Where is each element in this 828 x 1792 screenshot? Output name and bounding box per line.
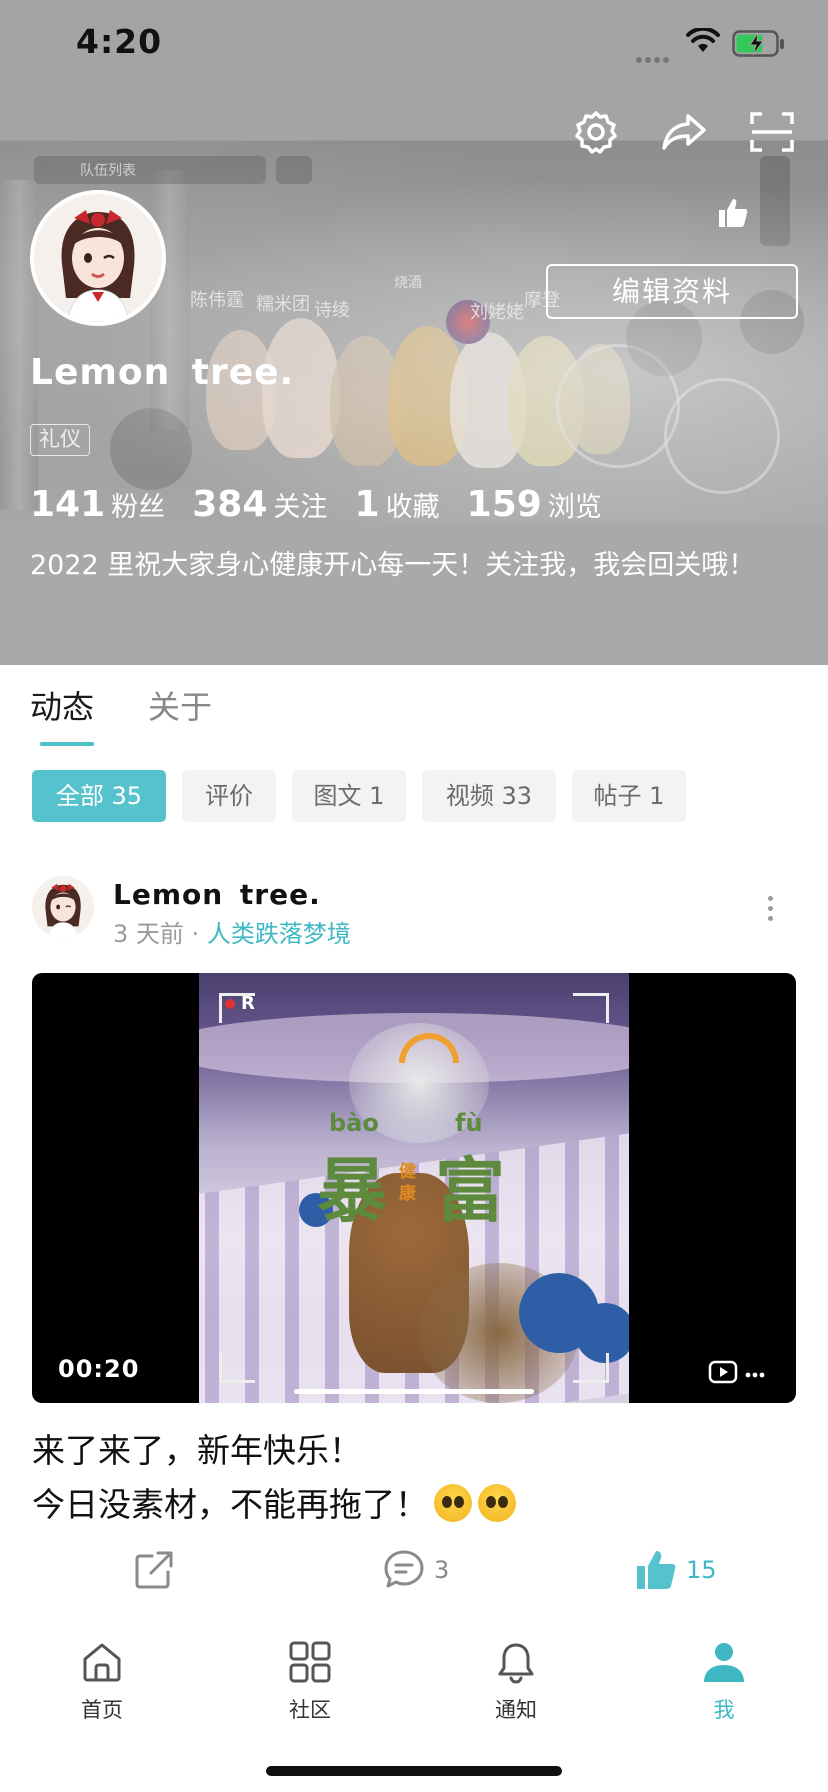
post-author-name[interactable]: Lemon tree. [113,878,321,911]
tab-about[interactable]: 关于 [148,682,212,728]
video-rec-label: R [241,993,255,1014]
settings-icon[interactable] [572,108,620,156]
share-external-icon [135,1551,173,1589]
edit-profile-button[interactable]: 编辑资料 [546,264,798,319]
post-actions: 3 15 [0,1548,828,1608]
profile-bio: 2022 里祝大家身心健康开心每一天！关注我，我会回关哦！ [30,550,756,581]
like-count: 15 [686,1556,717,1584]
background-label: 刘姥姥 [470,302,524,323]
filter-reviews[interactable]: 评价 [182,770,276,822]
avatar-portrait [32,876,94,938]
grid-icon [289,1641,331,1683]
video-overlay-pinyin: bào [329,1109,379,1137]
video-duration: 00:20 [58,1355,140,1383]
avatar[interactable] [30,190,166,326]
like-button[interactable]: 15 [634,1548,717,1592]
filter-videos[interactable]: 视频 33 [422,770,556,822]
profile-tag[interactable]: 礼仪 [30,424,90,456]
nav-label: 通知 [495,1698,537,1722]
profile-name: Lemon tree. [30,352,295,393]
comment-count: 3 [434,1556,450,1584]
caption-line: 今日没素材，不能再拖了！ [32,1485,428,1524]
pleading-face-emoji-icon [434,1484,472,1522]
nav-label: 社区 [289,1698,331,1722]
video-overlay-text: 富 [435,1149,505,1232]
nav-label: 首页 [81,1698,123,1722]
nav-community[interactable]: 社区 [250,1640,370,1724]
nav-me[interactable]: 我 [664,1640,784,1724]
wifi-icon [686,28,720,52]
caption-line: 来了来了，新年快乐！ [32,1431,362,1470]
comment-icon [384,1550,424,1588]
post-meta: 3 天前 · 人类跌落梦境 [113,914,351,949]
person-icon [704,1643,744,1682]
share-post-button[interactable] [132,1548,176,1592]
background-label: 烧酒 [394,275,422,291]
meta-separator: · [191,920,200,948]
background-label: 队伍列表 [80,163,136,179]
video-overlay-pinyin: fù [455,1109,483,1137]
nav-notifications[interactable]: 通知 [456,1640,576,1724]
pleading-face-emoji-icon [478,1484,516,1522]
battery-icon [732,30,784,57]
status-time: 4:20 [76,22,163,61]
background-label: 糯米团 [256,294,310,315]
post-author-avatar[interactable] [32,876,94,938]
video-progress-bar[interactable] [294,1389,534,1394]
nav-label: 我 [713,1698,735,1722]
post-topic-link[interactable]: 人类跌落梦境 [207,920,351,948]
background-label: 诗绫 [314,300,350,321]
post-time: 3 天前 [113,920,184,948]
stat-following[interactable]: 384 关注 [192,484,349,525]
profile-banner: 队伍列表 陈伟霆 糯米团 诗绫 烧酒 刘姥姥 摩登 4:20 编辑资料 Lemo… [0,0,828,665]
thumbs-up-icon [719,199,748,227]
nav-home[interactable]: 首页 [42,1640,162,1724]
profile-stats: 141 粉丝 384 关注 1 收藏 159 浏览 [30,484,624,525]
video-type-icon [708,1360,765,1384]
status-bar: 4:20 [0,0,828,92]
stat-views[interactable]: 159 浏览 [467,484,624,525]
bell-icon [498,1643,534,1684]
filter-threads[interactable]: 帖子 1 [572,770,686,822]
share-icon[interactable] [660,108,708,156]
home-icon [83,1643,121,1682]
signal-icon [636,48,672,67]
stat-favorites[interactable]: 1 收藏 [355,484,462,525]
home-indicator [266,1766,562,1776]
more-options-icon[interactable] [762,896,778,924]
filter-all[interactable]: 全部 35 [32,770,166,822]
comment-button[interactable]: 3 [382,1548,449,1592]
active-tab-indicator [40,742,94,746]
scan-icon[interactable] [748,108,796,156]
background-label: 陈伟霆 [190,290,244,311]
stat-followers[interactable]: 141 粉丝 [30,484,187,525]
post-caption: 来了来了，新年快乐！ 今日没素材，不能再拖了！ [32,1424,516,1532]
filter-image-text[interactable]: 图文 1 [292,770,406,822]
video-overlay-small-text: 健康 [399,1162,416,1204]
avatar-portrait [34,194,162,322]
thumbs-up-icon [637,1551,676,1589]
video-overlay-text: 暴 [317,1149,387,1232]
video-thumbnail: R bào fù 暴 富 健康 [199,973,629,1403]
post-video[interactable]: R bào fù 暴 富 健康 00:20 [32,973,796,1403]
tab-posts[interactable]: 动态 [30,682,94,728]
